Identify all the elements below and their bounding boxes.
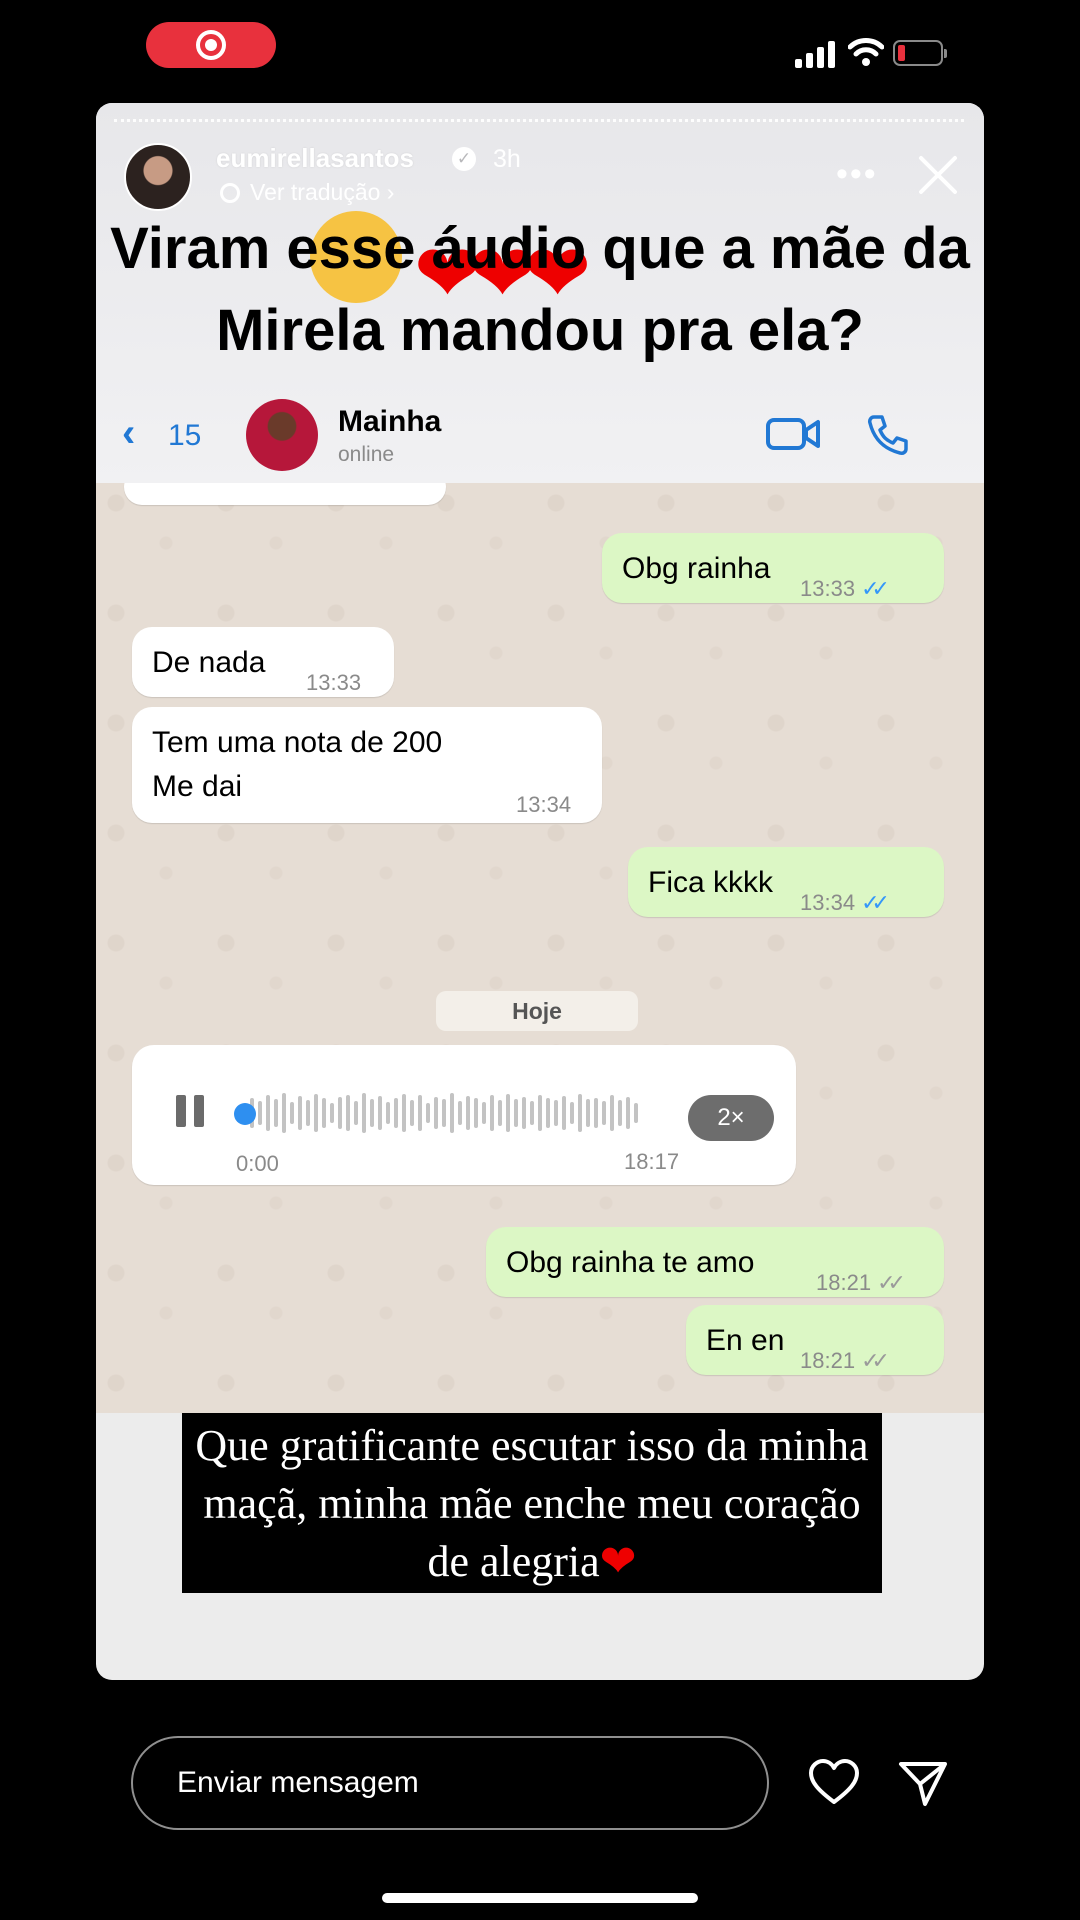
message-time: 18:21 — [816, 1270, 872, 1295]
story-author-avatar[interactable] — [124, 143, 192, 211]
message-text: Obg rainha — [622, 552, 771, 585]
send-message-input[interactable]: Enviar mensagem — [131, 1736, 769, 1830]
more-options-button[interactable]: ••• — [836, 155, 878, 194]
verified-badge-icon: ✓ — [452, 147, 476, 171]
audio-position: 0:00 — [236, 1151, 279, 1176]
message-bubble-partial — [124, 483, 446, 505]
story-progress-bar — [114, 119, 964, 123]
message-bubble-in: De nada 13:33 — [132, 627, 394, 697]
story-caption-text: Que gratificante escutar isso da minha m… — [195, 1421, 869, 1586]
day-separator: Hoje — [436, 991, 638, 1031]
story-time-ago: 3h — [493, 145, 521, 173]
heart-emoji-icon: ❤ — [599, 1537, 637, 1586]
read-receipt-icon: ✓✓ — [861, 890, 890, 915]
message-bubble-out: En en 18:21 ✓✓ — [686, 1305, 944, 1375]
see-translation-label: Ver tradução — [250, 179, 381, 205]
heart-icon[interactable] — [808, 1758, 860, 1806]
message-time: 13:34 — [516, 792, 572, 817]
back-unread-count: 15 — [168, 419, 202, 452]
screen-recording-indicator[interactable] — [146, 22, 276, 68]
message-text: De nada — [152, 646, 266, 679]
story-author-username[interactable]: eumirellasantos — [216, 143, 414, 174]
battery-icon — [893, 40, 947, 66]
story-overlay-text: Viram esse áudio que a mãe da Mirela man… — [110, 216, 970, 363]
phone-icon — [868, 415, 908, 455]
record-icon — [196, 30, 226, 60]
story-caption: Que gratificante escutar isso da minha m… — [182, 1413, 882, 1593]
message-time: 13:34 — [800, 890, 856, 915]
playback-speed-button: 2× — [688, 1095, 774, 1141]
delivered-receipt-icon: ✓✓ — [861, 1348, 890, 1373]
video-call-icon — [766, 418, 820, 450]
contact-avatar — [246, 399, 318, 471]
message-time: 13:33 — [306, 670, 362, 695]
message-bubble-out: Fica kkkk 13:34 ✓✓ — [628, 847, 944, 917]
chat-header: ‹ 15 Mainha online — [96, 383, 984, 483]
audio-time: 18:17 — [624, 1149, 680, 1174]
see-translation-link[interactable]: Ver tradução › — [220, 179, 394, 206]
cellular-signal-icon — [795, 38, 837, 68]
message-text: Tem uma nota de 200 — [152, 726, 443, 759]
contact-status: online — [338, 443, 395, 466]
pause-icon — [176, 1095, 206, 1127]
message-text: Obg rainha te amo — [506, 1246, 755, 1279]
message-bubble-out: Obg rainha 13:33 ✓✓ — [602, 533, 944, 603]
chevron-left-icon: ‹ — [122, 411, 136, 455]
message-bubble-out: Obg rainha te amo 18:21 ✓✓ — [486, 1227, 944, 1297]
message-text: En en — [706, 1324, 785, 1357]
delivered-receipt-icon: ✓✓ — [877, 1270, 906, 1295]
message-time: 13:33 — [800, 576, 856, 601]
audio-scrubber-handle — [234, 1103, 256, 1125]
contact-name: Mainha — [338, 405, 442, 438]
message-text: Fica kkkk — [648, 866, 774, 899]
message-text-line2: Me dai — [152, 770, 243, 803]
home-indicator[interactable] — [382, 1893, 698, 1903]
send-icon[interactable] — [898, 1758, 948, 1808]
audio-waveform — [242, 1091, 642, 1135]
send-message-placeholder: Enviar mensagem — [177, 1766, 419, 1799]
wifi-icon — [848, 38, 884, 66]
message-bubble-in: Tem uma nota de 200 Me dai 13:34 — [132, 707, 602, 823]
message-time: 18:21 — [800, 1348, 856, 1373]
translate-icon — [220, 183, 240, 203]
chat-area: Obg rainha 13:33 ✓✓ De nada 13:33 Tem uma… — [96, 483, 984, 1413]
read-receipt-icon: ✓✓ — [861, 576, 890, 601]
audio-message-bubble: 2× 0:00 18:17 — [132, 1045, 796, 1185]
story-card[interactable]: eumirellasantos ✓ 3h Ver tradução › ••• … — [96, 103, 984, 1680]
close-icon[interactable] — [914, 151, 962, 199]
